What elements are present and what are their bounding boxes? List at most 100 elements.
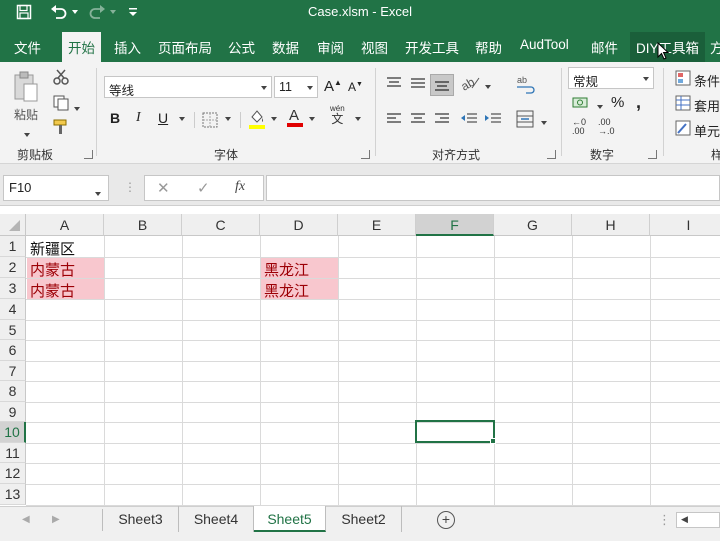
- column-header-d[interactable]: D: [260, 214, 338, 236]
- tab-help[interactable]: 帮助: [475, 34, 502, 62]
- scroll-left-icon[interactable]: ◀: [681, 514, 688, 525]
- conditional-formatting-icon[interactable]: [675, 70, 691, 89]
- conditional-formatting-label[interactable]: 条件: [694, 71, 720, 90]
- copy-icon[interactable]: [52, 94, 70, 115]
- row-header-11[interactable]: 11: [0, 443, 26, 463]
- font-color-icon[interactable]: A: [286, 106, 304, 131]
- tab-mail[interactable]: 邮件: [591, 34, 618, 62]
- merge-dropdown-icon[interactable]: [538, 114, 547, 129]
- row-header-13[interactable]: 13: [0, 484, 26, 505]
- cell-styles-icon[interactable]: [675, 120, 691, 139]
- middle-align-icon[interactable]: [410, 76, 426, 93]
- alignment-launcher-icon[interactable]: [547, 150, 556, 159]
- top-align-icon[interactable]: [386, 76, 402, 93]
- tab-file[interactable]: 文件: [14, 34, 41, 62]
- shrink-font-button[interactable]: A▼: [348, 80, 363, 94]
- cell-a2[interactable]: 内蒙古: [27, 258, 104, 279]
- underline-dropdown-icon[interactable]: [176, 110, 185, 125]
- font-launcher-icon[interactable]: [361, 150, 370, 159]
- row-header-5[interactable]: 5: [0, 320, 26, 340]
- row-header-10[interactable]: 10: [0, 422, 26, 443]
- phonetic-guide-button[interactable]: wén 文: [330, 104, 345, 126]
- orientation-icon[interactable]: ab: [458, 74, 482, 95]
- scroll-tabs-right-icon[interactable]: ▶: [52, 514, 60, 525]
- wrap-text-icon[interactable]: ab: [516, 74, 536, 97]
- format-as-table-icon[interactable]: [675, 95, 691, 114]
- row-header-3[interactable]: 3: [0, 278, 26, 299]
- cell-a1[interactable]: 新疆区: [27, 237, 104, 258]
- tab-page-layout[interactable]: 页面布局: [158, 34, 212, 62]
- tab-audtool[interactable]: AudTool: [520, 34, 569, 62]
- row-header-12[interactable]: 12: [0, 463, 26, 484]
- borders-dropdown-icon[interactable]: [222, 110, 231, 125]
- tab-developer[interactable]: 开发工具: [405, 34, 459, 62]
- bold-button[interactable]: B: [110, 110, 120, 126]
- insert-function-button[interactable]: fx: [235, 179, 245, 195]
- cut-icon[interactable]: [52, 68, 70, 89]
- clipboard-launcher-icon[interactable]: [84, 150, 93, 159]
- column-header-c[interactable]: C: [182, 214, 260, 236]
- grow-font-button[interactable]: A▲: [324, 78, 342, 95]
- row-header-9[interactable]: 9: [0, 402, 26, 422]
- column-header-i[interactable]: I: [650, 214, 720, 236]
- comma-style-button[interactable]: ,: [636, 92, 641, 113]
- copy-dropdown-icon[interactable]: [74, 100, 80, 115]
- column-header-g[interactable]: G: [494, 214, 572, 236]
- column-header-e[interactable]: E: [338, 214, 416, 236]
- paste-icon[interactable]: [12, 70, 40, 107]
- sheet-tab-sheet4[interactable]: Sheet4: [179, 506, 254, 532]
- tab-review[interactable]: 审阅: [317, 34, 344, 62]
- row-header-2[interactable]: 2: [0, 257, 26, 278]
- align-center-icon[interactable]: [410, 112, 426, 129]
- formula-input[interactable]: [266, 175, 720, 201]
- paste-label[interactable]: 粘贴: [14, 106, 38, 123]
- format-painter-icon[interactable]: [52, 118, 70, 139]
- font-name-combo[interactable]: 等线: [104, 76, 272, 98]
- merge-center-icon[interactable]: [516, 110, 534, 131]
- fill-color-dropdown-icon[interactable]: [268, 110, 277, 125]
- scroll-tabs-left-icon[interactable]: ◀: [22, 514, 30, 525]
- number-launcher-icon[interactable]: [648, 150, 657, 159]
- tab-formulas[interactable]: 公式: [228, 34, 255, 62]
- active-cell-f10[interactable]: [415, 420, 495, 443]
- increase-indent-icon[interactable]: [484, 112, 502, 129]
- decrease-indent-icon[interactable]: [460, 112, 478, 129]
- column-header-b[interactable]: B: [104, 214, 182, 236]
- add-sheet-button[interactable]: +: [437, 511, 455, 529]
- tab-splitter-icon[interactable]: ⋮: [658, 512, 671, 528]
- name-box[interactable]: F10: [3, 175, 109, 201]
- tab-more[interactable]: 方: [710, 34, 720, 62]
- tab-data[interactable]: 数据: [272, 34, 299, 62]
- format-as-table-label[interactable]: 套用: [694, 96, 720, 115]
- row-header-7[interactable]: 7: [0, 361, 26, 381]
- tab-insert[interactable]: 插入: [114, 34, 141, 62]
- confirm-entry-button[interactable]: ✓: [197, 179, 210, 197]
- column-header-f[interactable]: F: [416, 214, 494, 236]
- fill-handle[interactable]: [490, 438, 496, 444]
- cell-d3[interactable]: 黑龙江: [261, 279, 338, 300]
- row-header-4[interactable]: 4: [0, 299, 26, 320]
- percent-style-button[interactable]: %: [611, 94, 624, 111]
- tab-home[interactable]: 开始: [62, 32, 101, 62]
- accounting-format-icon[interactable]: [572, 95, 592, 114]
- paste-dropdown-icon[interactable]: [24, 126, 30, 141]
- row-header-6[interactable]: 6: [0, 340, 26, 361]
- bottom-align-icon[interactable]: [430, 74, 454, 96]
- sheet-tab-sheet3[interactable]: Sheet3: [103, 506, 179, 532]
- font-color-dropdown-icon[interactable]: [306, 110, 315, 125]
- column-header-a[interactable]: A: [26, 214, 104, 236]
- cancel-entry-button[interactable]: ✕: [157, 179, 170, 197]
- accounting-dropdown-icon[interactable]: [594, 98, 603, 113]
- underline-button[interactable]: U: [158, 110, 168, 126]
- column-header-h[interactable]: H: [572, 214, 650, 236]
- row-header-1[interactable]: 1: [0, 236, 26, 257]
- number-format-combo[interactable]: 常规: [568, 67, 654, 89]
- horizontal-scrollbar[interactable]: ◀: [676, 512, 720, 528]
- cell-styles-label[interactable]: 单元: [694, 121, 720, 140]
- borders-icon[interactable]: [202, 112, 218, 131]
- phonetic-dropdown-icon[interactable]: [352, 110, 361, 125]
- decrease-decimal-button[interactable]: .00 →.0: [598, 118, 615, 136]
- align-left-icon[interactable]: [386, 112, 402, 129]
- font-size-combo[interactable]: 11: [274, 76, 318, 98]
- sheet-tab-sheet5[interactable]: Sheet5: [254, 506, 326, 532]
